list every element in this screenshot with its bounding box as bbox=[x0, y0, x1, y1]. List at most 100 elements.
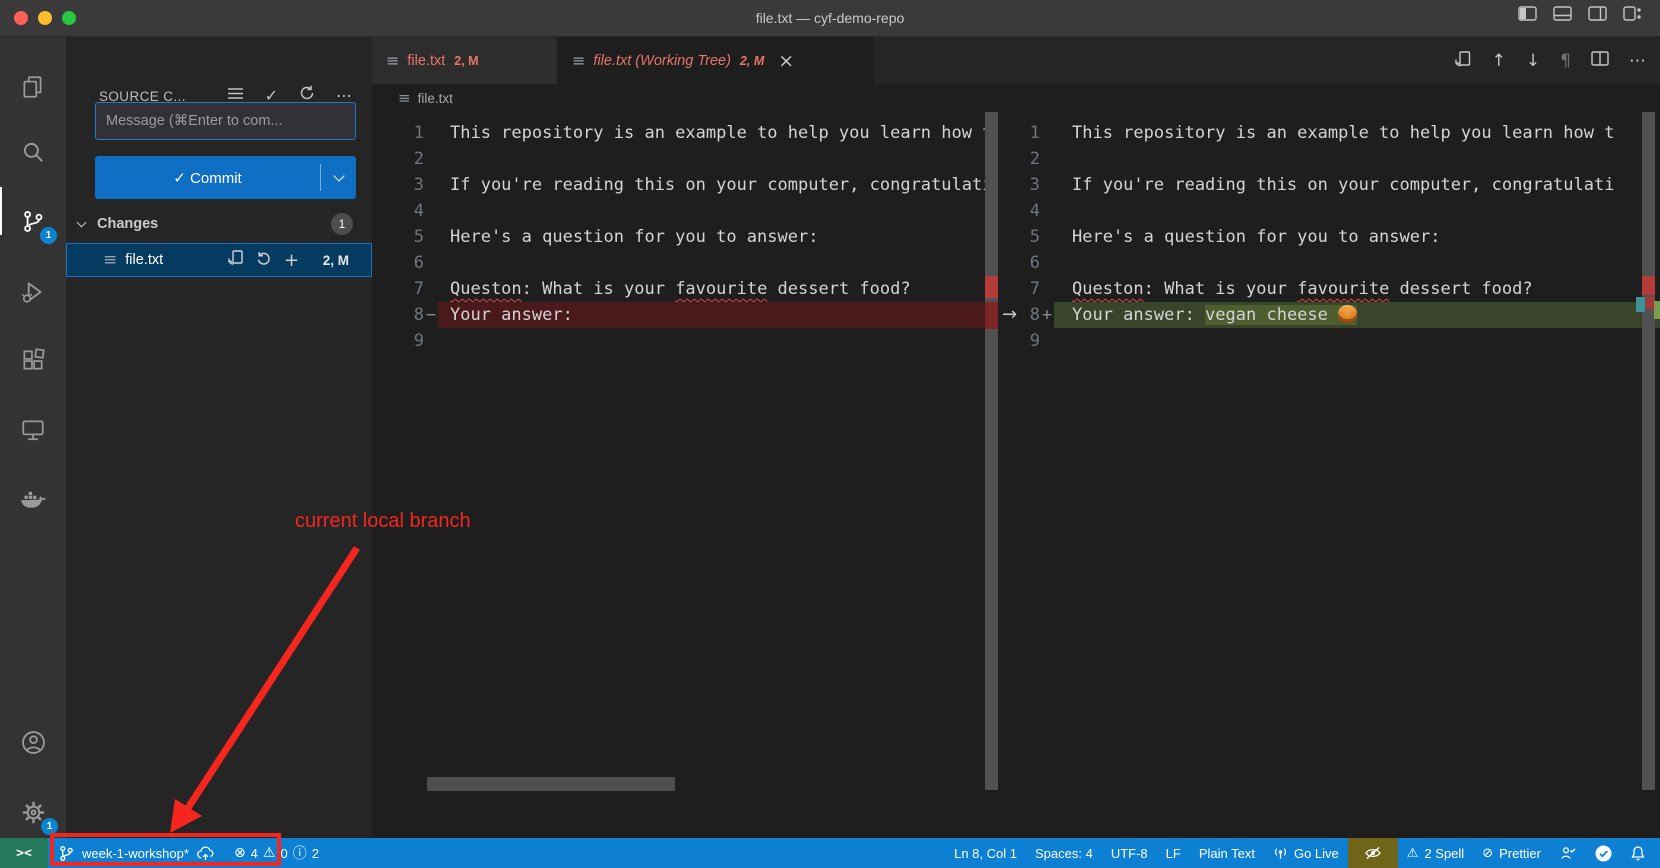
more-actions-icon[interactable]: ⋯ bbox=[1629, 51, 1646, 71]
code-line[interactable]: 6 bbox=[1000, 250, 1660, 276]
vscode-window: file.txt — cyf-demo-repo 1 bbox=[0, 0, 1660, 868]
tab-file-txt-working-tree[interactable]: ≡ file.txt (Working Tree) 2, M × bbox=[558, 37, 874, 84]
text-file-icon: ≡ bbox=[386, 51, 399, 70]
horizontal-scrollbar[interactable] bbox=[427, 777, 675, 791]
code-line[interactable]: 4 bbox=[372, 198, 985, 224]
language-mode[interactable]: Plain Text bbox=[1190, 838, 1264, 868]
code-line[interactable]: 2 bbox=[372, 146, 985, 172]
bell-icon bbox=[1630, 845, 1646, 862]
remote-explorer-icon[interactable] bbox=[0, 406, 66, 454]
info-overview-mark bbox=[1636, 297, 1645, 312]
tab-label: file.txt (Working Tree) bbox=[593, 53, 731, 69]
diff-right-pane[interactable]: 1This repository is an example to help y… bbox=[1000, 112, 1660, 838]
error-overview-mark bbox=[1642, 276, 1655, 295]
run-debug-icon[interactable] bbox=[0, 268, 66, 316]
changed-file-name: file.txt bbox=[125, 252, 163, 268]
open-file-icon[interactable] bbox=[227, 249, 244, 271]
code-line[interactable]: 1This repository is an example to help y… bbox=[1000, 120, 1660, 146]
changed-file-row[interactable]: ≡ file.txt + 2, M bbox=[66, 243, 372, 277]
source-control-sidebar: SOURCE C... ✓ ⋯ ✓ Commit Changes 1 bbox=[66, 37, 372, 838]
breadcrumb[interactable]: ≡ file.txt bbox=[372, 84, 1660, 112]
error-overview-mark bbox=[985, 276, 998, 298]
commit-button-label: Commit bbox=[190, 170, 242, 187]
docker-icon[interactable] bbox=[0, 476, 66, 524]
explorer-icon[interactable] bbox=[0, 63, 66, 111]
prettier-indicator[interactable]: ⊘ Prettier bbox=[1473, 838, 1550, 868]
commit-dropdown-button[interactable] bbox=[320, 164, 356, 191]
toggle-panel-icon[interactable] bbox=[1553, 6, 1572, 21]
cursor-position[interactable]: Ln 8, Col 1 bbox=[945, 838, 1026, 868]
code-line[interactable]: 7Queston: What is your favourite dessert… bbox=[1000, 276, 1660, 302]
open-changes-icon[interactable] bbox=[1453, 49, 1472, 73]
commit-message-input[interactable] bbox=[95, 102, 356, 140]
check-circle-icon bbox=[1595, 845, 1612, 862]
prettier-label: Prettier bbox=[1499, 846, 1541, 861]
code-line[interactable]: 4 bbox=[1000, 198, 1660, 224]
chevron-down-icon bbox=[333, 170, 344, 181]
changes-header-label: Changes bbox=[97, 216, 158, 232]
tab-status-badge: 2, M bbox=[740, 54, 764, 68]
spell-label: 2 Spell bbox=[1424, 846, 1464, 861]
split-editor-icon[interactable] bbox=[1591, 51, 1609, 71]
breadcrumb-file-name: file.txt bbox=[418, 91, 453, 106]
code-line[interactable]: 9 bbox=[1000, 328, 1660, 354]
info-count: 2 bbox=[312, 846, 319, 861]
chevron-down-icon bbox=[77, 218, 87, 228]
next-change-icon[interactable]: ↓ bbox=[1526, 51, 1540, 71]
commit-button[interactable]: ✓ Commit bbox=[95, 156, 356, 199]
eol-indicator[interactable]: LF bbox=[1157, 838, 1190, 868]
code-line[interactable]: 5Here's a question for you to answer: bbox=[1000, 224, 1660, 250]
eye-closed-icon bbox=[1364, 845, 1382, 861]
toggle-primary-sidebar-icon[interactable] bbox=[1518, 6, 1537, 21]
code-line[interactable]: 3If you're reading this on your computer… bbox=[1000, 172, 1660, 198]
changes-section-header[interactable]: Changes 1 bbox=[66, 207, 372, 241]
remote-indicator[interactable]: >< bbox=[0, 838, 48, 868]
code-line[interactable]: 9 bbox=[372, 328, 985, 354]
sync-status-button[interactable] bbox=[1586, 838, 1621, 868]
warning-icon: ⚠ bbox=[1407, 846, 1419, 861]
file-status-badge: 2, M bbox=[323, 253, 349, 268]
spell-checker-toggle[interactable] bbox=[1348, 838, 1398, 868]
code-line[interactable]: 6 bbox=[372, 250, 985, 276]
text-file-icon: ≡ bbox=[572, 51, 585, 70]
code-line[interactable]: 7Queston: What is your favourite dessert… bbox=[372, 276, 985, 302]
revert-change-arrow-icon[interactable]: → bbox=[1002, 302, 1017, 328]
diff-left-pane[interactable]: 1This repository is an example to help y… bbox=[372, 112, 985, 838]
previous-change-icon[interactable]: ↑ bbox=[1492, 51, 1506, 71]
changes-count-badge: 1 bbox=[331, 213, 353, 235]
tab-status-badge: 2, M bbox=[454, 54, 478, 68]
go-live-button[interactable]: Go Live bbox=[1264, 838, 1348, 868]
render-whitespace-icon[interactable]: ¶ bbox=[1560, 51, 1571, 71]
editor-group: ≡ file.txt 2, M ≡ file.txt (Working Tree… bbox=[372, 37, 1660, 838]
settings-gear-icon[interactable]: 1 bbox=[0, 788, 66, 836]
text-file-icon: ≡ bbox=[103, 250, 117, 270]
source-control-badge: 1 bbox=[40, 227, 57, 244]
source-control-icon[interactable]: 1 bbox=[0, 198, 66, 246]
tab-file-txt[interactable]: ≡ file.txt 2, M bbox=[372, 37, 558, 84]
indentation-indicator[interactable]: Spaces: 4 bbox=[1026, 838, 1102, 868]
toggle-secondary-sidebar-icon[interactable] bbox=[1588, 6, 1607, 21]
check-icon: ✓ bbox=[173, 169, 186, 187]
code-line[interactable]: 3If you're reading this on your computer… bbox=[372, 172, 985, 198]
discard-changes-icon[interactable] bbox=[256, 250, 272, 271]
encoding-indicator[interactable]: UTF-8 bbox=[1102, 838, 1157, 868]
search-icon[interactable] bbox=[0, 128, 66, 176]
code-line[interactable]: 1This repository is an example to help y… bbox=[372, 120, 985, 146]
customize-layout-icon[interactable] bbox=[1623, 6, 1642, 21]
right-scrollbar[interactable] bbox=[1642, 112, 1655, 790]
feedback-button[interactable] bbox=[1550, 838, 1586, 868]
stage-changes-icon[interactable]: + bbox=[284, 250, 299, 271]
notifications-button[interactable] bbox=[1621, 838, 1660, 868]
left-scrollbar[interactable] bbox=[985, 112, 998, 790]
close-tab-icon[interactable]: × bbox=[778, 50, 794, 72]
tab-bar: ≡ file.txt 2, M ≡ file.txt (Working Tree… bbox=[372, 37, 1660, 84]
window-title: file.txt — cyf-demo-repo bbox=[0, 0, 1660, 37]
annotation-label: current local branch bbox=[295, 510, 471, 533]
spell-warnings[interactable]: ⚠ 2 Spell bbox=[1398, 838, 1473, 868]
extensions-icon[interactable] bbox=[0, 336, 66, 384]
accounts-icon[interactable] bbox=[0, 718, 66, 766]
code-line[interactable]: 5Here's a question for you to answer: bbox=[372, 224, 985, 250]
code-line[interactable]: 8−Your answer: bbox=[372, 302, 985, 328]
code-line[interactable]: 8+Your answer: vegan cheese bbox=[1000, 302, 1660, 328]
code-line[interactable]: 2 bbox=[1000, 146, 1660, 172]
